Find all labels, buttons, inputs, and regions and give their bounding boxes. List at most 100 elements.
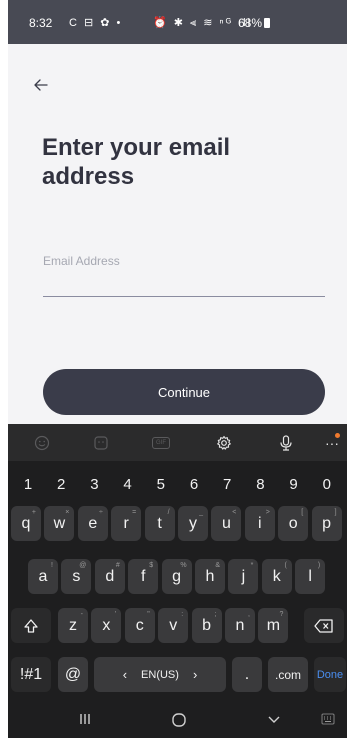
backspace-key[interactable] [304, 608, 344, 643]
key-9[interactable]: 9 [280, 467, 308, 502]
keyboard-switch-icon[interactable] [321, 712, 335, 728]
key-p[interactable]: p] [311, 506, 342, 541]
key-b[interactable]: b; [191, 608, 222, 643]
key-j-alt-char: * [250, 562, 254, 569]
page-title: Enter your email address [42, 134, 231, 190]
dotcom-key-label: .com [274, 667, 301, 682]
key-l-label: l [308, 567, 312, 585]
emoji-icon[interactable] [31, 432, 53, 454]
key-n[interactable]: n, [225, 608, 255, 643]
gif-icon[interactable]: GIF [150, 432, 172, 454]
key-y-label: y [189, 514, 197, 532]
key-5[interactable]: 5 [147, 467, 175, 502]
at-key-label: @ [64, 665, 82, 683]
language-next-icon: › [192, 667, 198, 682]
key-4[interactable]: 4 [114, 467, 142, 502]
key-r-alt-char: = [132, 509, 137, 516]
key-o[interactable]: o[ [278, 506, 309, 541]
key-b-label: b [202, 616, 212, 634]
space-language-key[interactable]: ‹ EN(US) › [94, 657, 226, 692]
key-p-label: p [322, 514, 332, 532]
key-u-label: u [221, 514, 231, 532]
key-v-alt-char: : [181, 611, 184, 618]
key-x-label: x [102, 616, 111, 634]
key-f-label: f [140, 567, 146, 585]
key-a[interactable]: a! [28, 559, 58, 594]
sticker-icon[interactable] [90, 432, 112, 454]
notification-dot [335, 433, 340, 438]
language-label: EN(US) [141, 668, 179, 681]
key-c[interactable]: c " [124, 608, 155, 643]
key-l[interactable]: l) [295, 559, 326, 594]
period-key-label: . [244, 665, 250, 683]
key-6[interactable]: 6 [180, 467, 208, 502]
key-j[interactable]: j * [228, 559, 259, 594]
key-t[interactable]: t / [144, 506, 175, 541]
key-e-alt-char: ÷ [98, 509, 103, 516]
key-a-label: a [38, 567, 48, 585]
email-field[interactable] [43, 249, 325, 297]
key-u[interactable]: u < [211, 506, 242, 541]
symbols-key[interactable]: !#1 [11, 657, 51, 692]
key-v[interactable]: v: [158, 608, 189, 643]
key-w-label: w [53, 514, 66, 532]
key-f[interactable]: f $ [128, 559, 159, 594]
language-prev-icon: ‹ [122, 667, 128, 682]
symbols-key-label: !#1 [19, 665, 43, 683]
hide-keyboard-icon[interactable] [267, 712, 281, 729]
key-3[interactable]: 3 [80, 467, 108, 502]
key-g[interactable]: g% [161, 559, 192, 594]
key-d-alt-char: # [115, 562, 120, 569]
dotcom-key[interactable]: .com [268, 657, 308, 692]
shift-key[interactable] [11, 608, 51, 643]
key-r-label: r [123, 514, 129, 532]
key-z[interactable]: z- [58, 608, 88, 643]
key-i[interactable]: i > [244, 506, 275, 541]
home-icon[interactable] [171, 712, 187, 731]
period-key[interactable]: . [232, 657, 262, 692]
key-d[interactable]: d # [94, 559, 125, 594]
more-icon[interactable]: ··· [321, 432, 343, 454]
key-a-alt-char: ! [51, 562, 53, 569]
key-1[interactable]: 1 [14, 467, 42, 502]
key-y-alt-char: _ [199, 509, 203, 516]
key-m-alt-char: ? [279, 611, 284, 618]
key-z-label: z [69, 616, 77, 634]
status-time: 8:32 [29, 16, 53, 30]
key-x-alt-char: ' [115, 611, 117, 618]
key-w-alt-char: × [65, 509, 70, 516]
continue-button[interactable]: Continue [43, 369, 325, 415]
recent-apps-icon[interactable] [78, 712, 92, 729]
key-h[interactable]: h & [195, 559, 225, 594]
back-button[interactable] [28, 72, 54, 98]
key-7[interactable]: 7 [213, 467, 241, 502]
key-r[interactable]: r = [111, 506, 142, 541]
done-key[interactable]: Done [314, 657, 346, 692]
key-f-alt-char: $ [149, 562, 154, 569]
key-n-alt-char: , [248, 611, 250, 618]
key-c-alt-char: " [147, 611, 150, 618]
key-2[interactable]: 2 [47, 467, 75, 502]
mic-icon[interactable] [275, 432, 297, 454]
key-s[interactable]: s @ [61, 559, 92, 594]
key-8[interactable]: 8 [246, 467, 274, 502]
battery-icon [264, 18, 271, 28]
key-e[interactable]: e ÷ [77, 506, 108, 541]
battery-percent: 68% [238, 16, 263, 30]
key-j-label: j [241, 567, 246, 585]
key-i-label: i [258, 514, 262, 532]
key-x[interactable]: x ' [91, 608, 122, 643]
key-m[interactable]: m? [258, 608, 289, 643]
key-s-label: s [72, 567, 81, 585]
keyboard-toolbar: GIF ··· [8, 424, 347, 461]
key-0[interactable]: 0 [313, 467, 341, 502]
key-k[interactable]: k( [261, 559, 292, 594]
at-key[interactable]: @ [58, 657, 88, 692]
key-w[interactable]: w × [44, 506, 75, 541]
key-q[interactable]: q + [11, 506, 41, 541]
settings-icon[interactable] [213, 432, 235, 454]
key-h-alt-char: & [215, 562, 220, 569]
key-y[interactable]: y _ [178, 506, 208, 541]
key-n-label: n [235, 616, 245, 634]
key-l-alt-char: ) [317, 562, 321, 569]
